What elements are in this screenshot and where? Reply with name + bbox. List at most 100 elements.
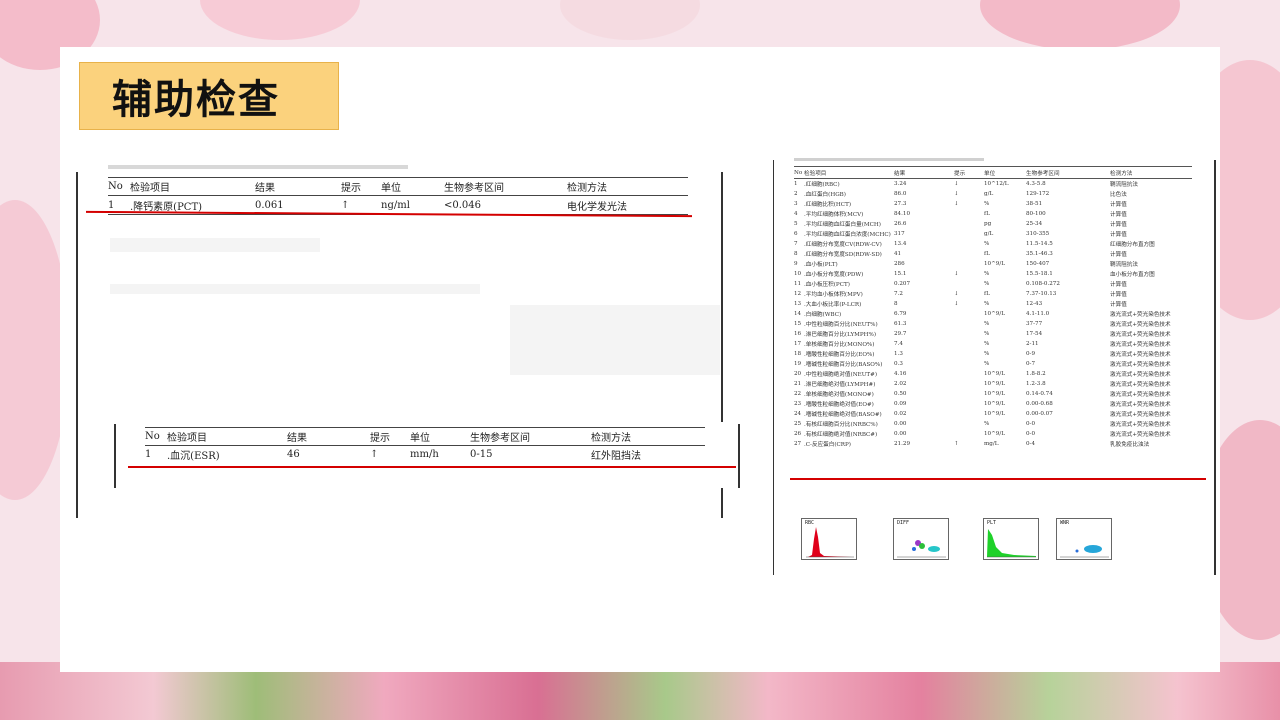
cell-item: .淋巴细胞百分比(LYMPH%) [804, 331, 877, 338]
cell-item: .大血小板比率(P-LCR) [804, 301, 862, 308]
cell-no: 10 [794, 270, 802, 277]
title-box: 辅助检查 [79, 62, 339, 130]
cell-method: 红细胞分布直方图 [1110, 241, 1155, 248]
cell-item: .红细胞比积(HCT) [804, 201, 852, 208]
cell-no: 18 [794, 350, 802, 357]
col-header: 检验项目 [130, 183, 170, 194]
table-row: 21 .淋巴细胞绝对值(LYMPH#) 2.02 10^9/L 1.2-3.8 激光流式+… [794, 379, 1192, 389]
cell-range: 1.2-3.8 [1026, 380, 1046, 387]
cell-range: 4.3-5.8 [1026, 180, 1046, 187]
cell-flag [954, 409, 984, 419]
table-row: 2 .血红蛋白(HGB) 86.0 ↓ g/L 129-172 比色法 [794, 189, 1192, 199]
col-header: 提示 [341, 183, 361, 194]
cell-no: 17 [794, 340, 802, 347]
cell-no: 3 [794, 200, 798, 207]
cell-unit: % [984, 240, 990, 247]
cell-range: 0-4 [1026, 440, 1036, 447]
cell-result: 26.6 [894, 220, 907, 227]
cell-no: 11 [794, 280, 802, 287]
red-underline [128, 466, 736, 468]
cell-result: 0.00 [894, 420, 907, 427]
cell-no: 25 [794, 420, 802, 427]
col-header: 生物参考区间 [470, 433, 530, 444]
report-border [738, 424, 740, 488]
col-header: No [145, 431, 160, 442]
table-row: 27 .C-反应蛋白(CRP) 21.29 ↑ mg/L 0-4 乳胶免疫比浊法 [794, 439, 1192, 449]
cell-unit: % [984, 350, 990, 357]
cell-no: 26 [794, 430, 802, 437]
cell-method: 激光流式+荧光染色技术 [1110, 391, 1171, 398]
cell-method: 鞘流阻抗法 [1110, 181, 1138, 188]
report-border [1214, 160, 1216, 575]
cell-item: .血小板分布宽度(PDW) [804, 271, 864, 278]
cell-unit: 10^9/L [984, 430, 1005, 437]
cell-no: 1 [794, 180, 798, 187]
cell-no: 13 [794, 300, 802, 307]
cell-item: .血小板(PLT) [804, 261, 838, 268]
col-header: 单位 [984, 170, 996, 177]
cell-unit: % [984, 330, 990, 337]
table-row: 13 .大血小板比率(P-LCR) 8 ↓% 12-43 计算值 [794, 299, 1192, 309]
cell-flag [954, 209, 984, 219]
cell-result: 3.24 [894, 180, 907, 187]
col-header: 检验项目 [804, 170, 827, 177]
cell-result: 7.2 [894, 290, 903, 297]
table-row: 16 .淋巴细胞百分比(LYMPH%) 29.7% 17-54 激光流式+荧光染色技术 [794, 329, 1192, 339]
cell-no: 4 [794, 210, 798, 217]
cell-range: 0.00-0.07 [1026, 410, 1053, 417]
cell-flag [954, 329, 984, 339]
cell-range: 4.1-11.0 [1026, 310, 1050, 317]
cell-flag: ↑ [341, 199, 350, 211]
cell-no: 19 [794, 360, 802, 367]
cell-result: 21.29 [894, 440, 911, 447]
cell-method: 比色法 [1110, 191, 1127, 198]
cell-item: .淋巴细胞绝对值(LYMPH#) [804, 381, 876, 388]
cell-item: .C-反应蛋白(CRP) [804, 441, 851, 448]
col-header: 单位 [410, 433, 430, 444]
report-border [114, 424, 116, 488]
table-row: 22 .单核细胞绝对值(MONO#) 0.50 10^9/L 0.14-0.74 激光流式… [794, 389, 1192, 399]
cell-no: 21 [794, 380, 802, 387]
report-border [721, 488, 723, 518]
cell-flag [954, 389, 984, 399]
cell-item: .嗜酸性粒细胞绝对值(EO#) [804, 401, 874, 408]
cell-unit: mm/h [410, 449, 439, 461]
cell-item: .血小板压积(PCT) [804, 281, 850, 288]
pct-report-table: No 检验项目 结果 提示 单位 生物参考区间 检测方法 1 .降钙素原(PCT… [108, 177, 688, 215]
cell-flag [954, 219, 984, 229]
cell-range: 38-51 [1026, 200, 1043, 207]
table-row: 10 .血小板分布宽度(PDW) 15.1 ↓% 15.5-18.1 血小板分布直方图 [794, 269, 1192, 279]
cell-range: 0-0 [1026, 430, 1036, 437]
cell-result: 84.10 [894, 210, 911, 217]
table-row: 8 .红细胞分布宽度SD(RDW-SD) 41 fL 35.1-46.3 计算值 [794, 249, 1192, 259]
cell-flag [954, 379, 984, 389]
cell-range: 17-54 [1026, 330, 1043, 337]
table-row: 7 .红细胞分布宽度CV(RDW-CV) 13.4% 11.5-14.5 红细胞分布直方… [794, 239, 1192, 249]
cell-flag: ↓ [954, 200, 959, 207]
blurred-report-fragment [794, 158, 984, 161]
col-header: 结果 [255, 183, 275, 194]
cell-no: 23 [794, 400, 802, 407]
table-row: 3 .红细胞比积(HCT) 27.3 ↓% 38-51 计算值 [794, 199, 1192, 209]
cell-no: 20 [794, 370, 802, 377]
cell-item: .单核细胞绝对值(MONO#) [804, 391, 874, 398]
cell-method: 激光流式+荧光染色技术 [1110, 411, 1171, 418]
cell-flag [954, 309, 984, 319]
cell-no: 12 [794, 290, 802, 297]
cell-unit: g/L [984, 230, 994, 237]
cell-result: 61.3 [894, 320, 907, 327]
cell-range: 12-43 [1026, 300, 1043, 307]
cell-method: 激光流式+荧光染色技术 [1110, 381, 1171, 388]
cell-unit: % [984, 280, 990, 287]
cell-no: 9 [794, 260, 798, 267]
cell-flag: ↓ [954, 270, 959, 277]
cell-method: 激光流式+荧光染色技术 [1110, 311, 1171, 318]
cell-method: 红外阻挡法 [591, 451, 641, 463]
cell-method: 激光流式+荧光染色技术 [1110, 401, 1171, 408]
cell-result: 29.7 [894, 330, 907, 337]
cell-no: 14 [794, 310, 802, 317]
cell-unit: 10^9/L [984, 410, 1005, 417]
col-header: 检测方法 [591, 433, 631, 444]
cell-flag [954, 249, 984, 259]
cell-result: 15.1 [894, 270, 907, 277]
